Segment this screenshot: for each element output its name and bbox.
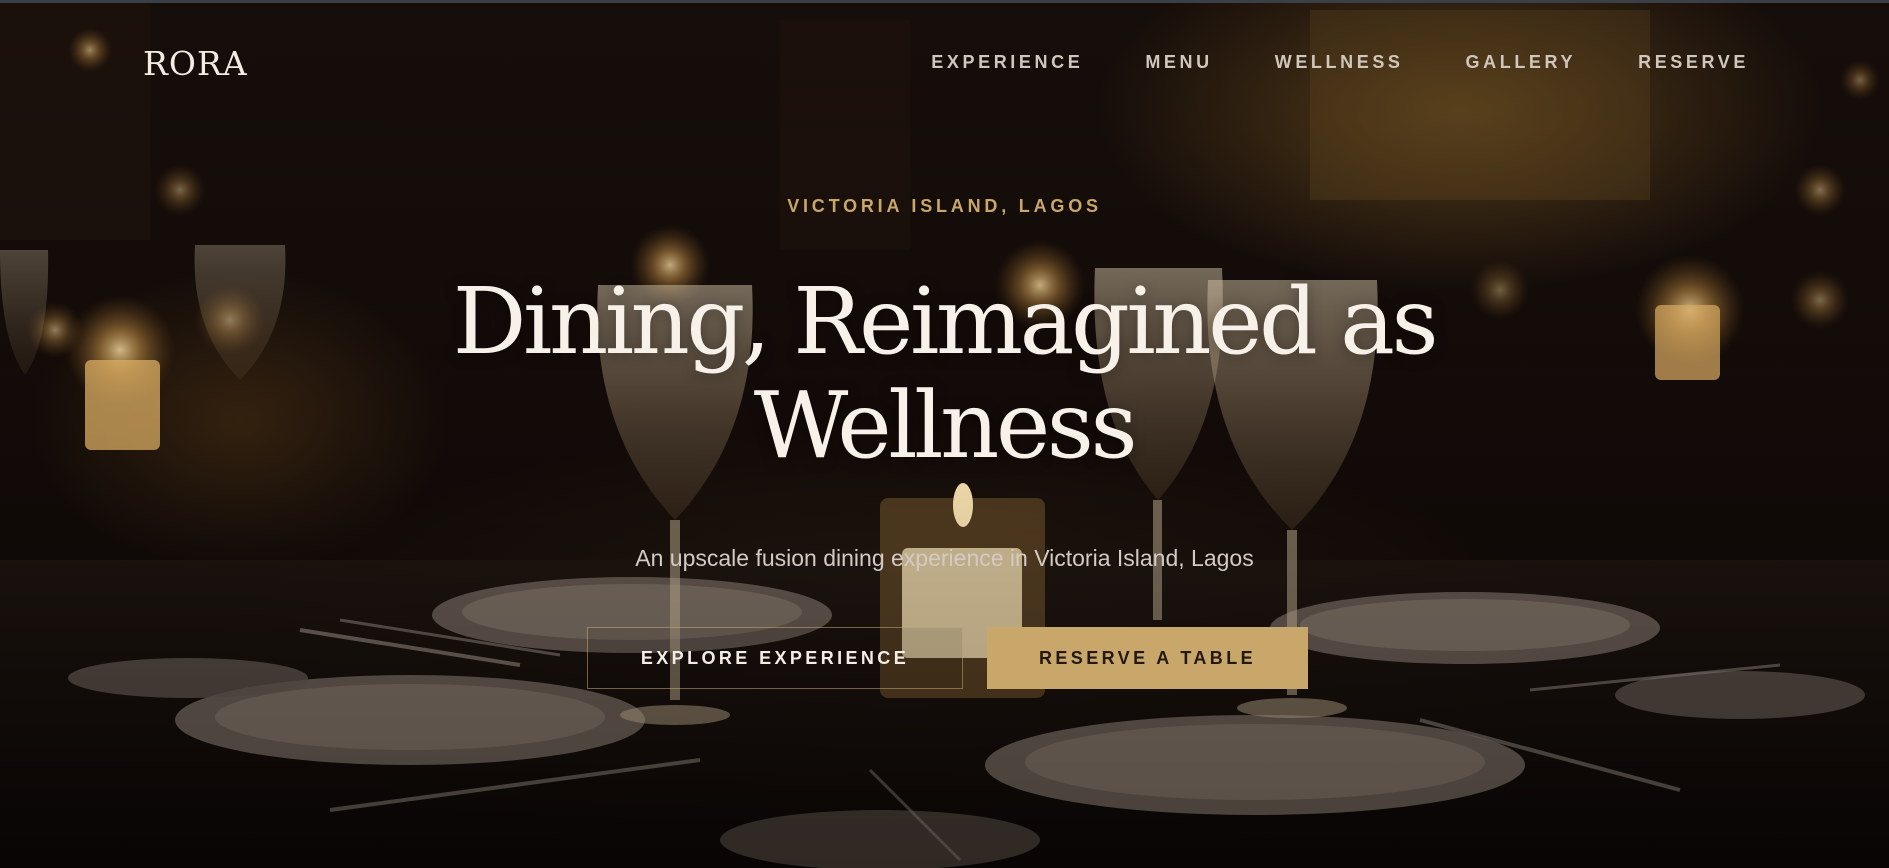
top-navigation: RORA EXPERIENCE MENU WELLNESS GALLERY RE… (0, 0, 1889, 130)
reserve-table-button[interactable]: RESERVE A TABLE (987, 627, 1308, 689)
hero-subtitle: An upscale fusion dining experience in V… (635, 545, 1254, 571)
nav-item-reserve[interactable]: RESERVE (1638, 52, 1749, 73)
hero-headline: Dining, Reimagined as Wellness (452, 268, 1439, 479)
nav-item-gallery[interactable]: GALLERY (1466, 52, 1577, 73)
nav-item-experience[interactable]: EXPERIENCE (931, 52, 1083, 73)
hero-section: VICTORIA ISLAND, LAGOS Dining, Reimagine… (0, 0, 1889, 868)
hero-location-eyebrow: VICTORIA ISLAND, LAGOS (787, 196, 1102, 216)
nav-item-menu[interactable]: MENU (1145, 52, 1212, 73)
nav-links: EXPERIENCE MENU WELLNESS GALLERY RESERVE (931, 52, 1749, 73)
explore-experience-button[interactable]: EXPLORE EXPERIENCE (587, 627, 963, 689)
brand-logo[interactable]: RORA (143, 44, 248, 83)
nav-item-wellness[interactable]: WELLNESS (1275, 52, 1404, 73)
landing-page: RORA EXPERIENCE MENU WELLNESS GALLERY RE… (0, 0, 1889, 868)
hero-cta-group: EXPLORE EXPERIENCE RESERVE A TABLE (587, 627, 1308, 689)
browser-top-border (0, 0, 1889, 3)
